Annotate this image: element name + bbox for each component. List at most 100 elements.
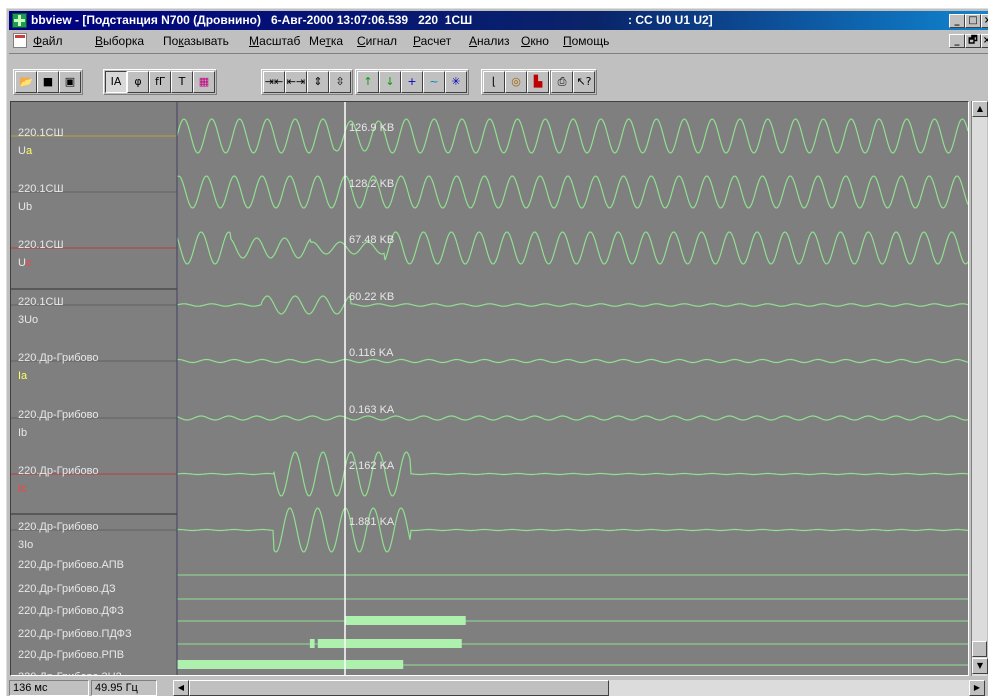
- toolbar-group-2: IA φ fΓ T ▦: [103, 69, 217, 95]
- menu-bar: Файл Выборка Показывать Масштаб Метка Сигнал Р…: [9, 31, 988, 51]
- cursor-value: 1.881 KA: [349, 516, 395, 528]
- channel-phase-label: Ub: [18, 201, 33, 213]
- channel-phase-label: 3Uo: [18, 314, 39, 326]
- freq-icon[interactable]: fΓ: [149, 71, 171, 93]
- horizontal-scroll-thumb[interactable]: [189, 680, 609, 696]
- digital-active-bar: [317, 639, 462, 648]
- menu-8[interactable]: Анализ: [469, 31, 510, 51]
- vertical-scrollbar[interactable]: ▲ ▼: [971, 101, 988, 676]
- cursor-value: 128.2 KB: [349, 178, 395, 190]
- child-minimize-button[interactable]: _: [949, 34, 965, 48]
- open-icon[interactable]: 📂: [15, 71, 37, 93]
- plus-marker-icon[interactable]: +: [401, 71, 423, 93]
- channel-phase-label: Ic: [18, 483, 27, 495]
- channel-bus-label: 220.Др-Грибово: [18, 352, 99, 364]
- menu-10[interactable]: Помощь: [563, 31, 609, 51]
- print-icon[interactable]: ⎙: [551, 71, 573, 93]
- cursor-value: 0.116 KA: [349, 347, 394, 359]
- waveform-ib: [176, 415, 968, 421]
- channel-phase-label: Ia: [18, 370, 28, 382]
- horizontal-scrollbar[interactable]: ◀ ▶: [173, 680, 985, 696]
- oscillogram-panel[interactable]: 220.1СШ Ua 126.9 KB 220.1СШ Ub 128.2 KB 220.1С…: [10, 101, 969, 676]
- cursor-value: 0.163 KA: [349, 404, 395, 416]
- scroll-down-button[interactable]: ▼: [972, 658, 988, 674]
- scroll-left-button[interactable]: ◀: [173, 680, 189, 696]
- waveform-ua: [176, 118, 968, 154]
- bbview-window: bbview - [Подстанция N700 (Дровнино) 6-А…: [6, 8, 988, 696]
- toolbar-group-1: 📂 ■ ▣: [13, 69, 83, 95]
- close-button[interactable]: ×: [981, 14, 988, 28]
- oscillogram-plot[interactable]: [11, 102, 968, 675]
- zoom-in-vertical-icon[interactable]: ⇕: [307, 71, 329, 93]
- toolbar-group-3: ⇥⇤ ⇤⇥ ⇕ ⇳: [261, 69, 353, 95]
- digital-channel-label: 220.Др-Грибово.ДЗ: [18, 583, 116, 595]
- status-bar: 136 мс 49.95 Гц ◀ ▶: [9, 679, 987, 696]
- digital-channel-label: 220.Др-Грибово.3U2: [18, 671, 122, 675]
- zoom-out-vertical-icon[interactable]: ⇳: [329, 71, 351, 93]
- child-restore-button[interactable]: 🗗: [965, 34, 981, 48]
- digital-channel-label: 220.Др-Грибово.ПДФЗ: [18, 628, 132, 640]
- channel-bus-label: 220.1СШ: [18, 127, 64, 139]
- help-pointer-icon[interactable]: ↖?: [573, 71, 595, 93]
- status-time: 136 мс: [9, 680, 89, 696]
- channel-phase-label: Ib: [18, 427, 28, 439]
- bar-chart-icon[interactable]: ▙: [527, 71, 549, 93]
- waveform-uc: [176, 231, 968, 265]
- child-close-button[interactable]: ×: [981, 34, 988, 48]
- waveform-3io: [177, 507, 968, 553]
- app-icon[interactable]: [12, 13, 27, 28]
- circle-diagram-icon[interactable]: ◎: [505, 71, 527, 93]
- toolbar-group-4: ↑ ↓ + ~ ✳: [355, 69, 469, 95]
- digital-channel-label: 220.Др-Грибово.АПВ: [18, 559, 125, 571]
- menu-6[interactable]: Сигнал: [357, 31, 397, 51]
- phase-icon[interactable]: φ: [127, 71, 149, 93]
- cursor-value: 67.48 KB: [349, 234, 395, 246]
- toolbar-group-6: ⎙ ↖?: [549, 69, 597, 95]
- digital-active-bar: [177, 660, 404, 669]
- digital-active-bar: [309, 639, 315, 648]
- digital-active-bar: [344, 616, 466, 625]
- menu-1[interactable]: Файл: [33, 31, 63, 51]
- menu-5[interactable]: Метка: [309, 31, 343, 51]
- cursor-value: 126.9 KB: [349, 122, 395, 134]
- chart-icon[interactable]: ⌊: [483, 71, 505, 93]
- arrow-up-icon[interactable]: ↑: [357, 71, 379, 93]
- save-icon[interactable]: ■: [37, 71, 59, 93]
- save-disabled-icon[interactable]: ▣: [59, 71, 81, 93]
- tilde-marker-icon[interactable]: ~: [423, 71, 445, 93]
- menu-7[interactable]: Расчет: [413, 31, 451, 51]
- scroll-right-button[interactable]: ▶: [969, 680, 985, 696]
- toolbar: 📂 ■ ▣ IA φ fΓ T ▦ ⇥⇤ ⇤⇥ ⇕ ⇳ ↑ ↓ + ~ ✳ ⌊ ◎ ▙ ⎙ ↖?: [9, 53, 988, 102]
- document-icon[interactable]: [13, 33, 27, 48]
- channel-phase-label: Ua: [18, 145, 33, 157]
- grid-icon[interactable]: ▦: [193, 71, 215, 93]
- peak-value-icon[interactable]: IA: [105, 71, 127, 93]
- channel-bus-label: 220.1СШ: [18, 296, 64, 308]
- window-title-channels: : CC U0 U1 U2]: [628, 13, 713, 27]
- menu-2[interactable]: Выборка: [95, 31, 144, 51]
- digital-channel-label: 220.Др-Грибово.ДФЗ: [18, 605, 124, 617]
- title-bar: bbview - [Подстанция N700 (Дровнино) 6-А…: [9, 11, 988, 30]
- window-title: bbview - [Подстанция N700 (Дровнино) 6-А…: [31, 13, 473, 27]
- zoom-in-horizontal-icon[interactable]: ⇥⇤: [263, 71, 285, 93]
- arrow-down-icon[interactable]: ↓: [379, 71, 401, 93]
- menu-3[interactable]: Показывать: [163, 31, 229, 51]
- time-scale-icon[interactable]: T: [171, 71, 193, 93]
- star-marker-icon[interactable]: ✳: [445, 71, 467, 93]
- channel-bus-label: 220.1СШ: [18, 239, 64, 251]
- vertical-scroll-thumb[interactable]: [972, 641, 987, 657]
- maximize-button[interactable]: □: [965, 14, 981, 28]
- scroll-up-button[interactable]: ▲: [972, 101, 988, 117]
- zoom-out-horizontal-icon[interactable]: ⇤⇥: [285, 71, 307, 93]
- menu-4[interactable]: Масштаб: [249, 31, 300, 51]
- cursor-value: 2.162 KA: [349, 460, 395, 472]
- cursor-value: 60.22 KB: [349, 291, 395, 303]
- toolbar-group-5: ⌊ ◎ ▙: [481, 69, 551, 95]
- menu-9[interactable]: Окно: [521, 31, 549, 51]
- minimize-button[interactable]: _: [949, 14, 965, 28]
- channel-bus-label: 220.Др-Грибово: [18, 521, 99, 533]
- channel-bus-label: 220.Др-Грибово: [18, 409, 99, 421]
- waveform-ub: [176, 175, 968, 209]
- status-frequency: 49.95 Гц: [91, 680, 157, 696]
- channel-bus-label: 220.Др-Грибово: [18, 465, 99, 477]
